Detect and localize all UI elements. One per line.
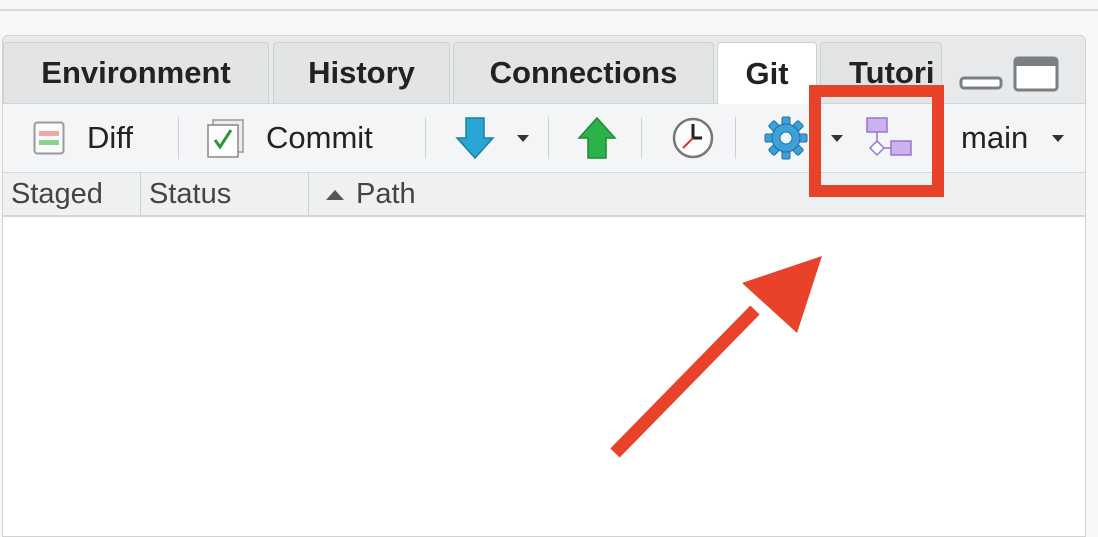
branch-button[interactable] xyxy=(865,104,915,172)
column-status[interactable]: Status xyxy=(141,173,309,215)
tab-bar: Environment History Connections Git Tuto… xyxy=(3,36,1085,104)
push-button[interactable] xyxy=(577,104,617,172)
toolbar-separator xyxy=(178,117,179,159)
toolbar-separator xyxy=(425,117,426,159)
pull-arrow-icon xyxy=(455,117,495,160)
tab-connections[interactable]: Connections xyxy=(453,42,714,103)
more-button[interactable] xyxy=(763,104,843,172)
column-path[interactable]: Path xyxy=(309,173,1085,215)
diff-button[interactable]: Diff xyxy=(33,104,133,172)
diff-icon xyxy=(33,121,65,155)
toolbar-separator xyxy=(641,117,642,159)
commit-button[interactable]: Commit xyxy=(205,104,373,172)
column-staged[interactable]: Staged xyxy=(3,173,141,215)
pull-button[interactable] xyxy=(455,104,529,172)
more-dropdown-caret-icon[interactable] xyxy=(831,134,843,142)
branch-diagram-icon xyxy=(866,117,912,157)
history-clock-icon xyxy=(672,117,714,159)
toolbar-separator xyxy=(548,117,549,159)
history-button[interactable] xyxy=(671,104,715,172)
tab-environment[interactable]: Environment xyxy=(3,42,269,103)
minimize-pane-icon[interactable] xyxy=(959,56,1003,92)
tab-tutorial[interactable]: Tutori xyxy=(820,42,942,103)
gear-icon xyxy=(764,116,808,160)
tab-git[interactable]: Git xyxy=(717,42,817,104)
push-arrow-icon xyxy=(577,116,617,159)
changes-table-body xyxy=(3,217,1085,536)
commit-checkbox-icon xyxy=(207,119,244,158)
branch-selector[interactable]: main xyxy=(961,104,1065,172)
top-divider xyxy=(0,0,1098,11)
toolbar-separator xyxy=(936,117,937,159)
maximize-pane-icon[interactable] xyxy=(1013,56,1059,92)
branch-dropdown-caret-icon xyxy=(1052,134,1065,142)
changes-table-header: Staged Status Path xyxy=(3,173,1085,217)
sort-ascending-icon xyxy=(326,190,344,200)
tab-history[interactable]: History xyxy=(273,42,450,103)
git-pane: Environment History Connections Git Tuto… xyxy=(2,35,1086,537)
git-toolbar: Diff Commit main xyxy=(3,104,1085,173)
pull-dropdown-caret-icon[interactable] xyxy=(517,134,529,142)
toolbar-separator xyxy=(735,117,736,159)
